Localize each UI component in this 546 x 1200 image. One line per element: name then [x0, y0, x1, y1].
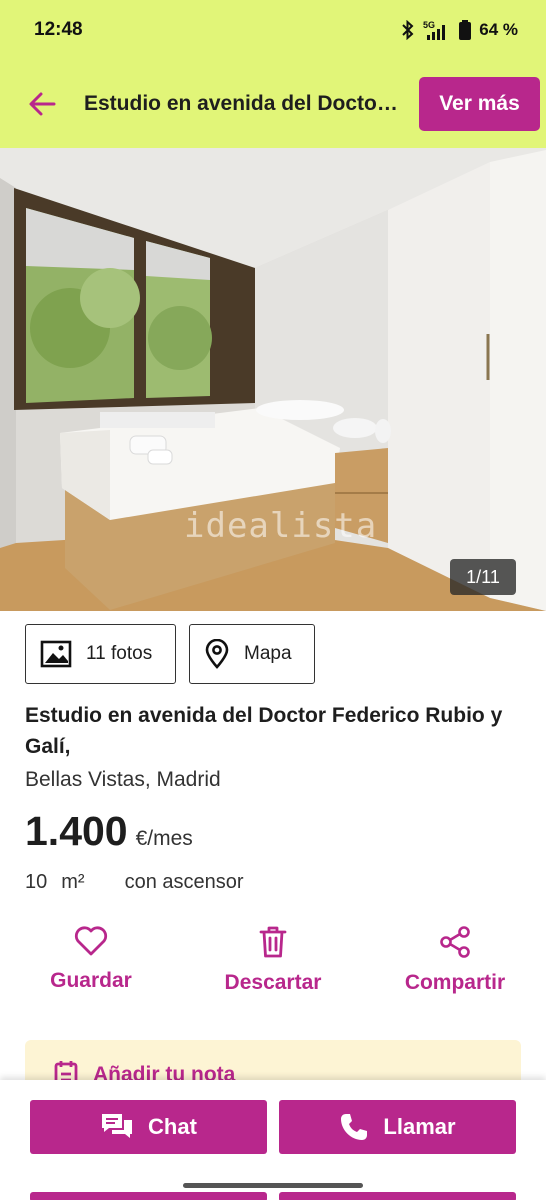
trash-icon [259, 926, 287, 958]
price-unit: €/mes [135, 827, 193, 850]
share-label: Compartir [404, 971, 506, 994]
photo-gallery[interactable]: idealista [0, 148, 546, 611]
ver-mas-button[interactable]: Ver más [419, 77, 540, 131]
share-button[interactable]: Compartir [364, 925, 546, 995]
media-buttons: 11 fotos Mapa [25, 624, 315, 684]
ghost-call-button [279, 1192, 516, 1200]
map-button-label: Mapa [244, 643, 292, 664]
bottom-contact-bar: Chat Llamar [0, 1080, 546, 1200]
map-pin-icon [205, 639, 229, 669]
back-button[interactable] [12, 74, 72, 134]
photos-button-label: 11 fotos [86, 643, 153, 664]
photo-counter: 1/11 [450, 559, 516, 595]
area-unit: m² [61, 871, 85, 893]
chat-icon [102, 1114, 133, 1138]
discard-button[interactable]: Descartar [182, 925, 364, 995]
listing-title: Estudio en avenida del Doctor Federico R… [25, 704, 503, 758]
listing-price: 1.400 [25, 808, 128, 854]
top-bar: Estudio en avenida del Doctor Federico R… [0, 60, 546, 148]
listing-features: 10 m² con ascensor [25, 871, 258, 894]
top-bar-title: Estudio en avenida del Doctor Federico R… [84, 92, 419, 115]
home-indicator[interactable] [183, 1183, 363, 1188]
watermark-logo: idealista [184, 506, 378, 546]
ghost-chat-button [30, 1192, 267, 1200]
discard-label: Descartar [224, 971, 322, 994]
call-label: Llamar [383, 1114, 456, 1139]
save-label: Guardar [50, 969, 132, 992]
listing-actions: Guardar Descartar Compartir [0, 925, 546, 995]
status-time: 12:48 [34, 19, 83, 40]
network-type-label: 5G [423, 20, 435, 30]
elevator-feature: con ascensor [124, 871, 244, 893]
status-bar: 12:48 5G 64 % [0, 0, 546, 60]
chat-label: Chat [148, 1114, 197, 1139]
chat-button[interactable]: Chat [30, 1100, 267, 1154]
image-icon [40, 640, 72, 668]
map-button[interactable]: Mapa [189, 624, 315, 684]
share-icon [440, 926, 470, 958]
heart-icon [74, 926, 108, 956]
battery-percent: 64 % [479, 20, 518, 39]
listing-location: Bellas Vistas, Madrid [25, 768, 221, 791]
status-icons: 5G 64 % [401, 19, 518, 41]
area-value: 10 [25, 871, 48, 893]
save-button[interactable]: Guardar [0, 925, 182, 995]
phone-icon [341, 1114, 368, 1140]
bluetooth-icon [402, 20, 414, 40]
signal-icon: 5G [423, 20, 446, 40]
price-row: 1.400 €/mes [25, 808, 193, 855]
arrow-left-icon [29, 92, 56, 116]
battery-icon [459, 20, 472, 40]
photos-button[interactable]: 11 fotos [25, 624, 176, 684]
call-button[interactable]: Llamar [279, 1100, 516, 1154]
